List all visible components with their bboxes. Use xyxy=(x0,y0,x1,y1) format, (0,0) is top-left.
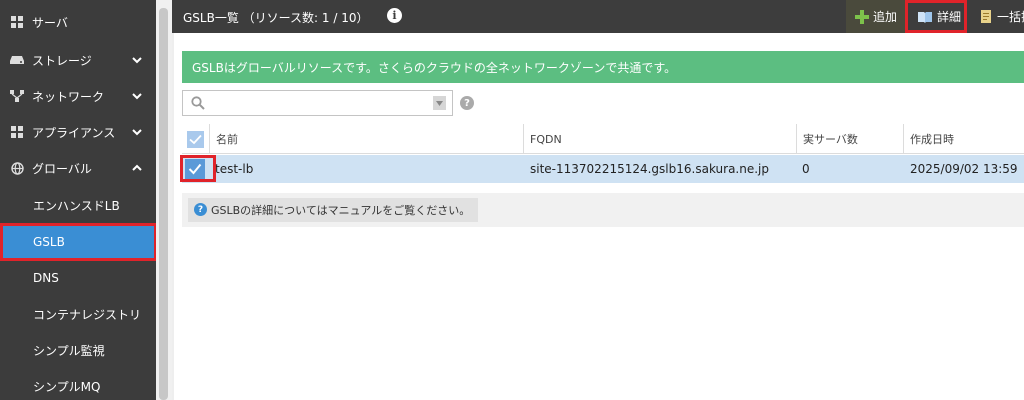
add-button-label: 追加 xyxy=(873,10,898,24)
sidebar-item-label: ネットワーク xyxy=(32,89,105,104)
column-header-fqdn[interactable]: FQDN xyxy=(523,124,796,154)
sidebar-subitem-label: エンハンスドLB xyxy=(33,198,120,213)
add-button[interactable]: 追加 xyxy=(846,0,906,33)
storage-icon xyxy=(10,53,24,67)
sidebar-subitem-container-registry[interactable]: コンテナレジストリ xyxy=(0,296,156,332)
sidebar-subitem-simple-mq[interactable]: シンプルMQ xyxy=(0,368,156,400)
cell-fqdn: site-113702215124.gslb16.sakura.ne.jp xyxy=(530,162,769,176)
select-all-checkbox[interactable] xyxy=(187,131,204,148)
document-icon xyxy=(981,9,991,23)
chevron-down-icon[interactable] xyxy=(131,90,143,102)
info-notice: GSLBはグローバルリソースです。さくらのクラウドの全ネットワークゾーンで共通で… xyxy=(182,51,1024,83)
search-icon xyxy=(191,96,205,110)
cell-created: 2025/09/02 13:59 xyxy=(910,162,1018,176)
cell-name: test-lb xyxy=(215,162,254,176)
sidebar-item-label: アプライアンス xyxy=(32,125,116,140)
column-header-servers[interactable]: 実サーバ数 xyxy=(796,124,903,154)
sidebar-subitem-simple-monitor[interactable]: シンプル監視 xyxy=(0,332,156,368)
manual-note-text: GSLBの詳細についてはマニュアルをご覧ください。 xyxy=(211,204,471,217)
sidebar-subitem-label: DNS xyxy=(33,271,59,285)
globe-icon xyxy=(10,161,24,175)
help-icon[interactable]: ? xyxy=(460,96,474,110)
sidebar-subitem-enhanced-lb[interactable]: エンハンスドLB xyxy=(0,187,156,223)
highlight-box-detail xyxy=(905,0,967,33)
chevron-down-icon[interactable] xyxy=(131,54,143,66)
sidebar-scrollbar-thumb[interactable] xyxy=(159,8,168,400)
sidebar-item-label: ストレージ xyxy=(32,53,92,68)
bulk-action-button[interactable]: 一括操作 xyxy=(968,0,1024,33)
page-title: GSLB一覧 （リソース数: 1 / 10） xyxy=(183,11,369,25)
column-header-created[interactable]: 作成日時 xyxy=(903,124,1024,154)
search-text-field[interactable] xyxy=(209,94,425,112)
chevron-down-icon[interactable] xyxy=(131,126,143,138)
sidebar-item-global[interactable]: グローバル xyxy=(0,150,156,186)
help-circle-icon: ? xyxy=(194,203,207,216)
sidebar-item-storage[interactable]: ストレージ xyxy=(0,42,156,78)
sidebar-subitem-label: シンプルMQ xyxy=(33,379,101,394)
column-header-name[interactable]: 名前 xyxy=(209,124,523,154)
highlight-box-gslb xyxy=(0,223,157,261)
sidebar-item-server[interactable]: サーバ xyxy=(0,4,156,40)
caret-down-icon xyxy=(436,101,443,106)
network-icon xyxy=(10,89,24,103)
manual-note: ? GSLBの詳細についてはマニュアルをご覧ください。 xyxy=(188,198,478,222)
server-icon xyxy=(10,15,24,29)
sidebar-subitem-label: シンプル監視 xyxy=(33,343,105,358)
check-icon xyxy=(189,134,202,145)
sidebar-item-network[interactable]: ネットワーク xyxy=(0,78,156,114)
sidebar-item-label: サーバ xyxy=(32,15,68,30)
cell-servers: 0 xyxy=(802,162,810,176)
sidebar-item-label: グローバル xyxy=(32,161,92,176)
search-dropdown-button[interactable] xyxy=(433,96,446,110)
appliance-icon xyxy=(10,125,24,139)
chevron-up-icon[interactable] xyxy=(131,162,143,174)
sidebar-subitem-label: コンテナレジストリ xyxy=(33,307,142,322)
sidebar: サーバ ストレージ ネットワーク アプライアンス グローバル エンハンスドLB … xyxy=(0,0,156,400)
highlight-box-row-checkbox xyxy=(180,155,216,182)
sidebar-subitem-dns[interactable]: DNS xyxy=(0,260,156,296)
search-input[interactable] xyxy=(182,90,453,116)
plus-icon xyxy=(855,9,869,24)
bulk-action-label: 一括操作 xyxy=(997,10,1024,24)
sidebar-item-appliance[interactable]: アプライアンス xyxy=(0,114,156,150)
table-header: 名前 FQDN 実サーバ数 作成日時 xyxy=(182,124,1024,154)
info-icon[interactable]: i xyxy=(387,8,402,23)
table-row[interactable]: test-lb site-113702215124.gslb16.sakura.… xyxy=(182,155,1024,183)
